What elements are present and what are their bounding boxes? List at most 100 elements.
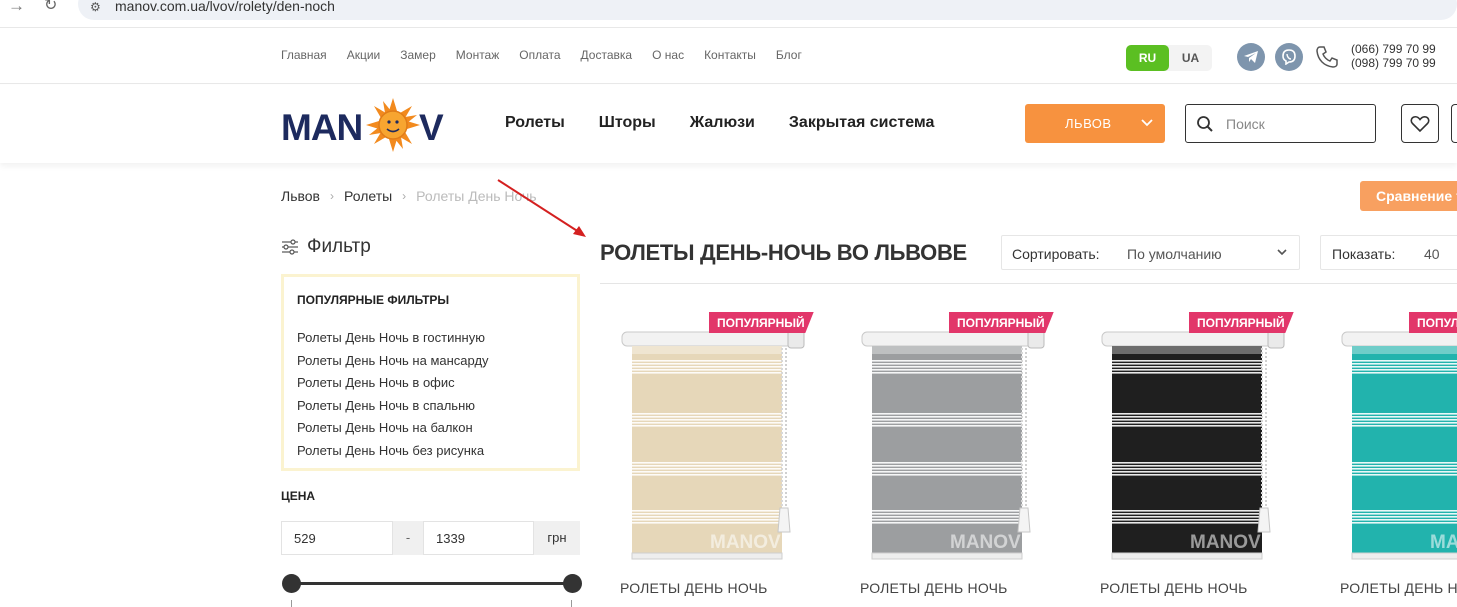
url-text: manov.com.ua/lvov/rolety/den-noch (115, 0, 335, 14)
top-nav-delivery[interactable]: Доставка (581, 48, 633, 62)
product-watermark: MANOV (1430, 532, 1457, 553)
popular-filter-link[interactable]: Ролеты День Ночь на мансарду (297, 350, 489, 373)
reload-icon[interactable]: ↻ (44, 0, 57, 15)
nav-roller-blinds[interactable]: Ролеты (505, 114, 565, 132)
product-image[interactable]: MANOV (600, 310, 820, 560)
logo[interactable]: MAN V (281, 97, 451, 153)
nav-jalousie[interactable]: Жалюзи (690, 114, 755, 132)
product-watermark: MANOV (1190, 532, 1261, 553)
page-size-label: Показать: (1332, 246, 1396, 262)
price-slider-track[interactable] (291, 582, 573, 585)
breadcrumb-roller-blinds[interactable]: Ролеты (344, 188, 392, 204)
popular-filter-link[interactable]: Ролеты День Ночь в спальню (297, 395, 489, 418)
popular-filter-link[interactable]: Ролеты День Ночь в офис (297, 372, 489, 395)
product-name[interactable]: РОЛЕТЫ ДЕНЬ НОЧЬ (860, 580, 1008, 596)
price-max-input[interactable]: 1339 (423, 521, 534, 555)
price-slider-min-handle[interactable] (282, 574, 301, 593)
popular-badge: ПОПУЛЯРНЫЙ (1409, 312, 1457, 333)
price-min-input[interactable]: 529 (281, 521, 393, 555)
price-range-inputs: 529 - 1339 грн (281, 521, 580, 555)
product-image[interactable]: MANOV (1320, 310, 1457, 560)
catalog-divider (600, 283, 1457, 284)
filter-title: Фильтр (307, 236, 371, 257)
viber-icon[interactable] (1275, 43, 1303, 71)
chevron-down-icon (1141, 119, 1153, 127)
product-watermark: MANOV (950, 532, 1021, 553)
phone-number-2[interactable]: (098) 799 70 99 (1351, 56, 1436, 70)
forward-icon[interactable]: → (8, 0, 25, 16)
sort-label: Сортировать: (1012, 246, 1100, 262)
product-image[interactable]: MANOV (840, 310, 1060, 560)
popular-filters-list: Ролеты День Ночь в гостинную Ролеты День… (297, 327, 489, 462)
phone-numbers: (066) 799 70 99 (098) 799 70 99 (1351, 42, 1436, 70)
popular-filter-link[interactable]: Ролеты День Ночь без рисунка (297, 440, 489, 463)
site-settings-icon[interactable]: ⚙ (90, 0, 101, 14)
top-info-bar: Главная Акции Замер Монтаж Оплата Достав… (0, 27, 1457, 84)
popular-filter-link[interactable]: Ролеты День Ночь в гостинную (297, 327, 489, 350)
top-nav-install[interactable]: Монтаж (456, 48, 500, 62)
filter-settings-icon (282, 239, 298, 255)
city-label: ЛЬВОВ (1065, 116, 1112, 131)
search-icon[interactable] (1196, 115, 1214, 133)
svg-text:MAN: MAN (281, 107, 362, 148)
product-name[interactable]: РОЛЕТЫ ДЕНЬ НОЧЬ (1100, 580, 1248, 596)
top-nav-home[interactable]: Главная (281, 48, 327, 62)
sort-select[interactable]: Сортировать: По умолчанию (1001, 235, 1300, 270)
breadcrumb-separator-icon: › (330, 189, 334, 203)
breadcrumb-lviv[interactable]: Львов (281, 188, 320, 204)
main-nav: Ролеты Шторы Жалюзи Закрытая система (505, 114, 968, 132)
slider-tick (291, 600, 292, 607)
search-input[interactable]: Поиск (1185, 104, 1376, 143)
page-size-value: 40 (1424, 246, 1440, 262)
product-image[interactable]: MANOV (1080, 310, 1300, 560)
sort-value: По умолчанию (1127, 246, 1222, 262)
product-watermark: MANOV (710, 532, 781, 553)
popular-filter-link[interactable]: Ролеты День Ночь на балкон (297, 417, 489, 440)
product-card[interactable]: MANOV ПОПУЛЯРНЫЙ РОЛЕТЫ ДЕНЬ НОЧЬ (1080, 310, 1300, 607)
annotation-arrow-icon (497, 179, 586, 237)
product-name[interactable]: РОЛЕТЫ ДЕНЬ НОЧЬ (620, 580, 768, 596)
filter-header[interactable]: Фильтр (281, 236, 371, 258)
popular-badge: ПОПУЛЯРНЫЙ (1189, 312, 1294, 333)
telegram-icon[interactable] (1237, 43, 1265, 71)
page-title: РОЛЕТЫ ДЕНЬ-НОЧЬ ВО ЛЬВОВЕ (600, 240, 967, 265)
top-nav-blog[interactable]: Блог (776, 48, 802, 62)
nav-curtains[interactable]: Шторы (599, 114, 656, 132)
price-filter-title: ЦЕНА (281, 489, 316, 503)
product-card[interactable]: MANOV ПОПУЛЯРНЫЙ РОЛЕТЫ ДЕНЬ НОЧЬ (840, 310, 1060, 607)
heart-icon (1410, 115, 1430, 133)
breadcrumb-separator-icon: › (402, 189, 407, 203)
popular-filters-title: ПОПУЛЯРНЫЕ ФИЛЬТРЫ (297, 293, 450, 307)
compare-products-button[interactable]: Сравнение т (1360, 181, 1457, 211)
top-nav-payment[interactable]: Оплата (519, 48, 560, 62)
top-nav-measure[interactable]: Замер (400, 48, 436, 62)
lang-ru[interactable]: RU (1126, 45, 1169, 71)
top-nav: Главная Акции Замер Монтаж Оплата Достав… (281, 48, 822, 62)
price-range-dash: - (393, 521, 423, 555)
top-nav-contacts[interactable]: Контакты (704, 48, 756, 62)
lang-ua[interactable]: UA (1169, 45, 1212, 71)
product-card[interactable]: MANOV ПОПУЛЯРНЫЙ РОЛЕТЫ ДЕНЬ НОЧЬ (600, 310, 820, 607)
price-currency: грн (534, 521, 580, 555)
product-name[interactable]: РОЛЕТЫ ДЕНЬ НОЧЬ (1340, 580, 1457, 596)
page-size-select[interactable]: Показать: 40 (1320, 235, 1457, 270)
popular-filters-box: ПОПУЛЯРНЫЕ ФИЛЬТРЫ Ролеты День Ночь в го… (281, 274, 580, 471)
top-nav-about[interactable]: О нас (652, 48, 684, 62)
popular-badge: ПОПУЛЯРНЫЙ (709, 312, 814, 333)
compare-header-button[interactable] (1451, 104, 1457, 143)
phone-icon (1316, 46, 1338, 68)
product-card[interactable]: MANOV ПОПУЛЯРНЫЙ РОЛЕТЫ ДЕНЬ НОЧЬ (1320, 310, 1457, 607)
slider-tick (571, 600, 572, 607)
chevron-down-icon (1277, 249, 1287, 256)
popular-badge: ПОПУЛЯРНЫЙ (949, 312, 1054, 333)
url-field[interactable]: ⚙ manov.com.ua/lvov/rolety/den-noch (78, 0, 1457, 20)
nav-closed-system[interactable]: Закрытая система (789, 114, 935, 132)
browser-address-bar: → ↻ ⚙ manov.com.ua/lvov/rolety/den-noch (0, 0, 1457, 27)
main-header: MAN V Ролеты Шторы Жалюзи Закрытая систе… (0, 85, 1457, 163)
phone-number-1[interactable]: (066) 799 70 99 (1351, 42, 1436, 56)
price-slider-max-handle[interactable] (563, 574, 582, 593)
favorites-button[interactable] (1401, 104, 1439, 143)
city-select-button[interactable]: ЛЬВОВ (1025, 104, 1165, 143)
search-placeholder: Поиск (1226, 116, 1265, 132)
top-nav-promos[interactable]: Акции (347, 48, 381, 62)
